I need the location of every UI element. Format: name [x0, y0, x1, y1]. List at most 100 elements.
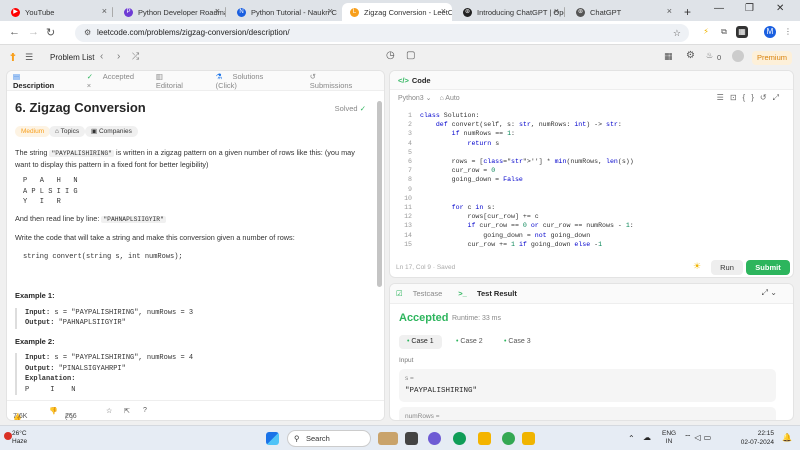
back-arrow-icon[interactable]: ← [9, 26, 20, 38]
close-tab-icon[interactable]: × [102, 6, 107, 16]
folder-icon[interactable] [522, 432, 535, 445]
tab-submissions[interactable]: ↺ Submissions [310, 72, 376, 90]
tray-chevron-icon[interactable]: ⌃ [628, 434, 635, 443]
input-s-box: s = "PAYPALISHIRING" [399, 369, 776, 402]
openai-icon: ⊛ [463, 8, 472, 17]
extension-icon[interactable]: ⧉ [718, 26, 730, 38]
extension-icon[interactable]: ▦ [736, 26, 748, 38]
difficulty-badge[interactable]: Medium [15, 126, 51, 137]
browser-tab-naukri[interactable]: N Python Tutorial - Naukri C × [229, 3, 339, 21]
result-tabs: ☑ Testcase >_ Test Result ⤢ ⌄ [390, 284, 793, 304]
tab-testcase[interactable]: ☑ Testcase [396, 289, 450, 298]
lightbulb-icon[interactable]: ☀ [693, 261, 701, 272]
runtime-text: Runtime: 33 ms [452, 315, 502, 322]
description-icon: ▤ [13, 71, 21, 81]
site-info-icon[interactable]: ⚙ [84, 24, 91, 42]
close-tab-icon[interactable]: × [215, 6, 220, 16]
case-2-tab[interactable]: • Case 2 [448, 335, 491, 349]
code-line: cur_row = 0 [420, 167, 496, 175]
settings-gear-icon[interactable]: ⚙ [686, 50, 695, 61]
line-number: 12 [404, 213, 412, 221]
help-icon[interactable]: ? [143, 407, 147, 414]
next-problem-icon[interactable]: › [117, 51, 120, 62]
reload-icon[interactable]: ↻ [46, 26, 55, 39]
problem-list-link[interactable]: Problem List [50, 53, 94, 62]
expand-icon[interactable]: ⤢ ⌄ [762, 288, 777, 298]
new-tab-button[interactable]: + [684, 5, 691, 21]
task-view-icon[interactable] [405, 432, 418, 445]
language-select[interactable]: Python3 ⌄ [398, 94, 432, 102]
share-icon[interactable]: ⇱ [124, 407, 130, 415]
case-1-tab[interactable]: • Case 1 [399, 335, 442, 349]
close-tab-icon[interactable]: × [441, 6, 446, 16]
extension-icon[interactable]: ⚡ [700, 26, 712, 38]
menu-dots-icon[interactable]: ⋮ [782, 26, 794, 38]
clock[interactable]: 22:15 02-07-2024 [741, 429, 774, 447]
tab-description[interactable]: ▤ Description [13, 72, 79, 90]
auto-mode-toggle[interactable]: ⌂ Auto [440, 95, 460, 102]
dislike-icon[interactable]: 👎 [49, 407, 58, 415]
browser-tab-leetcode[interactable]: L Zigzag Conversion - LeetC × [342, 3, 452, 21]
language-indicator[interactable]: ENG IN [662, 430, 676, 446]
edge-icon[interactable] [453, 432, 466, 445]
premium-button[interactable]: Premium [752, 51, 792, 65]
browser-tab-youtube[interactable]: ▶ YouTube × [3, 3, 113, 21]
history-icon: ↺ [309, 71, 317, 81]
case-3-tab[interactable]: • Case 3 [496, 335, 539, 349]
maximize-button[interactable]: ❐ [745, 3, 754, 14]
chrome-icon[interactable] [502, 432, 515, 445]
companies-badge[interactable]: ▣ Companies [85, 126, 138, 137]
previous-problem-icon[interactable]: ‹ [100, 51, 103, 62]
streak-fire-icon[interactable]: ♨ [706, 51, 713, 60]
cloud-icon[interactable]: ☁ [643, 433, 651, 442]
forward-arrow-icon[interactable]: → [28, 26, 39, 38]
problem-title: 6. Zigzag Conversion [15, 100, 146, 115]
problem-description: The string "PAYPALISHIRING" is written i… [15, 148, 365, 395]
url-bar[interactable]: ⚙ leetcode.com/problems/zigzag-conversio… [75, 24, 689, 42]
editor-toolbar-icons[interactable]: ☰⊡{}↺⤢ [717, 93, 785, 103]
line-number: 6 [408, 158, 412, 165]
code-line: class Solution: [420, 112, 480, 119]
tab-accepted[interactable]: ✓ Accepted × [87, 72, 148, 90]
profile-avatar[interactable]: M [764, 26, 776, 38]
close-tab-icon[interactable]: × [554, 6, 559, 16]
topics-badge[interactable]: ⌂ Topics [49, 126, 86, 137]
input-s-value: "PAYPALISHIRING" [405, 387, 478, 395]
taskbar-search[interactable]: ⚲ Search [287, 430, 371, 447]
tab-test-result[interactable]: >_ Test Result [458, 289, 525, 298]
notification-bell-icon[interactable]: 🔔 [782, 433, 792, 442]
run-button[interactable]: Run [711, 260, 743, 275]
layout-icon[interactable]: ▦ [664, 51, 673, 62]
browser-tab-introducing-chatgpt[interactable]: ⊛ Introducing ChatGPT | Ope × [455, 3, 565, 21]
tab-code[interactable]: Code [412, 76, 431, 85]
windows-start-icon[interactable] [266, 432, 279, 445]
system-tray-icons[interactable]: ⌔◁▭ [684, 433, 714, 443]
browser-tab-chatgpt[interactable]: ⊛ ChatGPT × [568, 3, 678, 21]
code-line: cur_row += 1 if going_down else -1 [420, 240, 603, 248]
close-tab-icon[interactable]: × [667, 6, 672, 16]
description-scrollbar[interactable] [377, 101, 382, 287]
naukri-icon: N [237, 8, 246, 17]
weather-widget[interactable]: 26°C Haze [12, 430, 27, 446]
teams-icon[interactable] [428, 432, 441, 445]
leetcode-logo[interactable]: ꝉ [10, 51, 16, 64]
user-avatar[interactable] [732, 50, 744, 62]
widget-icon[interactable] [378, 432, 398, 445]
tab-solutions[interactable]: ⚗ Solutions (Click) [216, 72, 302, 90]
function-signature: string convert(string s, int numRows); [23, 252, 183, 261]
tab-editorial[interactable]: ▥ Editorial [156, 72, 208, 90]
line-number: 1 [408, 112, 412, 119]
address-toolbar: ← → ↻ ⚙ leetcode.com/problems/zigzag-con… [0, 21, 800, 45]
close-tab-icon[interactable]: × [328, 6, 333, 16]
minimize-button[interactable]: — [714, 3, 724, 14]
bookmark-star-icon[interactable]: ☆ [673, 24, 681, 42]
debug-icon[interactable]: ◷ [386, 50, 395, 61]
close-window-button[interactable]: ✕ [776, 3, 784, 14]
submit-button[interactable]: Submit [746, 260, 790, 275]
shuffle-icon[interactable]: ⤮ [132, 51, 139, 62]
file-explorer-icon[interactable] [478, 432, 491, 445]
favorite-star-icon[interactable]: ☆ [106, 407, 112, 415]
notes-icon[interactable]: ▢ [406, 50, 415, 61]
browser-tab-roadmap[interactable]: P Python Developer Roadmap × [116, 3, 226, 21]
code-area[interactable]: 1 class Solution: 2 def convert(self, s: s… [390, 109, 793, 252]
